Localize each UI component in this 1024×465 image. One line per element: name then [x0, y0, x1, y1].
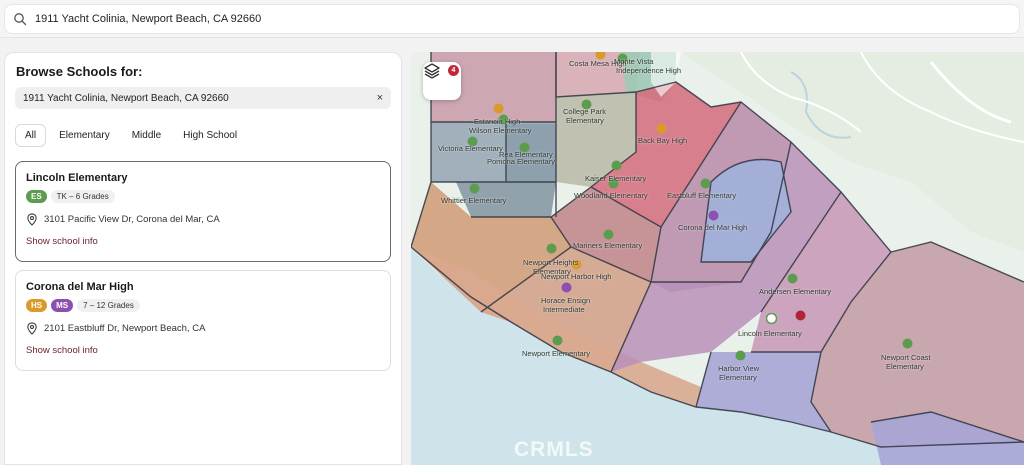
- search-icon: [14, 13, 27, 26]
- school-card-lincoln[interactable]: Lincoln Elementary ES TK – 6 Grades 3101…: [15, 161, 391, 262]
- school-address: 3101 Pacific View Dr, Corona del Mar, CA: [26, 213, 380, 226]
- school-marker-icon[interactable]: [735, 350, 746, 361]
- map-label: Andersen Elementary: [759, 287, 832, 296]
- school-marker-icon[interactable]: [902, 338, 913, 349]
- grades-tag: 7 – 12 Grades: [77, 299, 140, 312]
- address-text: 3101 Pacific View Dr, Corona del Mar, CA: [44, 214, 220, 225]
- panel-title: Browse Schools for:: [16, 64, 143, 79]
- layers-count-badge: 4: [448, 65, 459, 76]
- school-marker-icon[interactable]: [700, 178, 711, 189]
- address-chip: 1911 Yacht Colinia, Newport Beach, CA 92…: [15, 87, 391, 109]
- school-type-filters: All Elementary Middle High School: [15, 124, 391, 147]
- school-name: Corona del Mar High: [26, 281, 134, 293]
- map-label: Newport Harbor High: [541, 272, 612, 281]
- address-text: 2101 Eastbluff Dr, Newport Beach, CA: [44, 323, 206, 334]
- map-label: Wilson Elementary: [469, 126, 532, 135]
- watermark: CRMLS: [514, 438, 594, 461]
- location-pin-icon: [27, 322, 37, 335]
- schools-panel: Browse Schools for: 1911 Yacht Colinia, …: [4, 52, 402, 465]
- level-badge: ES: [26, 190, 47, 203]
- map-label: Victoria Elementary: [438, 144, 503, 153]
- filter-all[interactable]: All: [15, 124, 47, 147]
- search-input[interactable]: [35, 13, 635, 25]
- filter-middle[interactable]: Middle: [123, 125, 170, 146]
- school-marker-icon[interactable]: [493, 103, 504, 114]
- map-label: Woodland Elementary: [574, 191, 648, 200]
- level-badge: HS: [26, 299, 48, 312]
- show-school-info-link[interactable]: Show school info: [26, 345, 98, 356]
- top-bar: [0, 0, 1024, 38]
- layers-icon: [424, 63, 440, 79]
- location-pin-icon: [27, 213, 37, 226]
- map-label: Pomona Elementary: [487, 157, 555, 166]
- school-marker-icon[interactable]: [656, 123, 667, 134]
- lincoln-marker-icon[interactable]: [766, 313, 777, 324]
- school-card-corona-del-mar[interactable]: Corona del Mar High HS MS 7 – 12 Grades …: [15, 270, 391, 371]
- show-school-info-link[interactable]: Show school info: [26, 236, 98, 247]
- clear-address-button[interactable]: ×: [377, 92, 383, 104]
- school-name: Lincoln Elementary: [26, 172, 128, 184]
- school-marker-icon[interactable]: [611, 160, 622, 171]
- filter-high-school[interactable]: High School: [174, 125, 246, 146]
- address-chip-text: 1911 Yacht Colinia, Newport Beach, CA 92…: [23, 92, 229, 104]
- map-label: Elementary: [719, 373, 757, 382]
- filter-elementary[interactable]: Elementary: [50, 125, 119, 146]
- map-label: Intermediate: [543, 305, 585, 314]
- map-label: Corona del Mar High: [678, 223, 748, 232]
- map-label: Lincoln Elementary: [738, 329, 802, 338]
- school-marker-icon[interactable]: [469, 183, 480, 194]
- map-label: Elementary: [886, 362, 924, 371]
- school-marker-icon[interactable]: [603, 229, 614, 240]
- grades-tag: TK – 6 Grades: [50, 190, 115, 203]
- school-browser: Browse Schools for: 1911 Yacht Colinia, …: [0, 0, 1024, 465]
- school-marker-icon[interactable]: [552, 335, 563, 346]
- map-label: Whittier Elementary: [441, 196, 507, 205]
- map-label: Back Bay High: [638, 136, 688, 145]
- school-marker-icon[interactable]: [546, 243, 557, 254]
- school-badges: HS MS 7 – 12 Grades: [26, 299, 380, 312]
- map-layers-button[interactable]: 4: [423, 62, 461, 100]
- school-marker-icon[interactable]: [708, 210, 719, 221]
- school-address: 2101 Eastbluff Dr, Newport Beach, CA: [26, 322, 380, 335]
- level-badge: MS: [51, 299, 74, 312]
- school-badges: ES TK – 6 Grades: [26, 190, 380, 203]
- map-label: Independence High: [616, 66, 682, 75]
- selected-school-marker-icon[interactable]: [795, 310, 806, 321]
- school-marker-icon[interactable]: [787, 273, 798, 284]
- map-label: Elementary: [566, 116, 604, 125]
- map-label: Mariners Elementary: [573, 241, 643, 250]
- map-label: Kaiser Elementary: [585, 174, 647, 183]
- address-search[interactable]: [4, 4, 1020, 34]
- map-label: Newport Elementary: [522, 349, 590, 358]
- school-boundary-map[interactable]: 4 Costa Mesa High Monte Vista Independen…: [411, 52, 1024, 465]
- school-marker-icon[interactable]: [561, 282, 572, 293]
- map-label: Eastbluff Elementary: [667, 191, 737, 200]
